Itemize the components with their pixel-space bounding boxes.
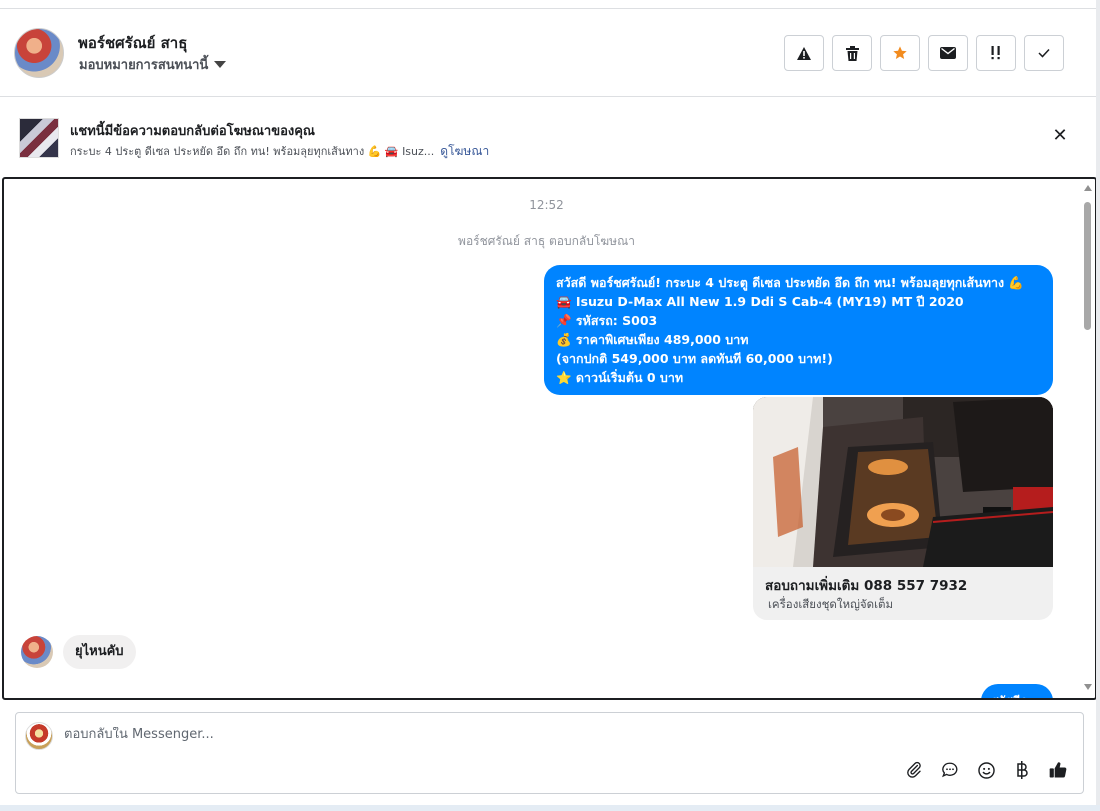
follow-up-icon bbox=[991, 46, 1000, 60]
timestamp: 12:52 bbox=[529, 198, 564, 212]
mark-done-button[interactable] bbox=[1024, 35, 1064, 71]
close-icon[interactable]: ✕ bbox=[1052, 127, 1068, 145]
window-edge bbox=[1096, 0, 1100, 811]
window-edge bbox=[0, 805, 1100, 811]
message-line: สวัสดี พอร์ชศรัณย์! กระบะ 4 ประตู ดีเซล … bbox=[556, 275, 1024, 290]
thumbs-up-icon[interactable] bbox=[1047, 759, 1069, 781]
message-line: ⭐ ดาวน์เริ่มต้น 0 บาท bbox=[556, 370, 684, 385]
mark-unread-button[interactable] bbox=[928, 35, 968, 71]
assign-dropdown[interactable]: มอบหมายการสนทนานี้ bbox=[79, 54, 227, 75]
star-button[interactable] bbox=[880, 35, 920, 71]
ad-text: กระบะ 4 ประตู ดีเซล ประหยัด อึด ถึก ทน! … bbox=[70, 145, 435, 158]
scroll-down-arrow-icon[interactable] bbox=[1084, 684, 1092, 690]
envelope-icon bbox=[940, 47, 956, 59]
check-icon bbox=[1038, 48, 1050, 58]
avatar[interactable] bbox=[14, 28, 64, 78]
incoming-message[interactable]: ยุไหนคับ bbox=[63, 635, 136, 669]
composer bbox=[15, 712, 1084, 794]
message-line: 💰 ราคาพิเศษเพียง 489,000 บาท bbox=[556, 332, 749, 347]
composer-tools bbox=[903, 759, 1069, 781]
outgoing-message[interactable]: สวัสดีค bbox=[981, 684, 1053, 698]
star-icon bbox=[893, 46, 907, 59]
page-avatar bbox=[25, 722, 53, 750]
ad-banner-subtitle: กระบะ 4 ประตู ดีเซล ประหยัด อึด ถึก ทน! … bbox=[70, 142, 489, 161]
card-subtitle: เครื่องเสียงชุดใหญ่จัดเต็ม bbox=[768, 597, 894, 611]
outgoing-message[interactable]: สวัสดี พอร์ชศรัณย์! กระบะ 4 ประตู ดีเซล … bbox=[544, 265, 1053, 395]
baht-icon[interactable] bbox=[1011, 759, 1033, 781]
view-ad-link[interactable]: ดูโฆษณา bbox=[440, 144, 489, 158]
chat-bubble-icon[interactable] bbox=[939, 759, 961, 781]
ad-reply-banner: แชทนี้มีข้อความตอบกลับต่อโฆษณาของคุณ กระ… bbox=[0, 98, 1096, 176]
paperclip-icon[interactable] bbox=[903, 759, 925, 781]
scrollbar-thumb[interactable] bbox=[1084, 202, 1091, 330]
trash-icon bbox=[845, 45, 859, 61]
assign-label: มอบหมายการสนทนานี้ bbox=[79, 58, 209, 73]
follow-up-button[interactable] bbox=[976, 35, 1016, 71]
delete-button[interactable] bbox=[832, 35, 872, 71]
scroll-up-arrow-icon[interactable] bbox=[1084, 185, 1092, 191]
reply-input[interactable] bbox=[64, 727, 964, 742]
ad-reply-notice: พอร์ชศรัณย์ สาธุ ตอบกลับโฆษณา bbox=[458, 234, 635, 248]
header-actions bbox=[784, 35, 1064, 71]
attachment-card[interactable]: สอบถามเพิ่มเติม 088 557 7932 เครื่องเสีย… bbox=[753, 397, 1053, 620]
car-interior-photo[interactable] bbox=[753, 397, 1053, 567]
card-title: สอบถามเพิ่มเติม 088 557 7932 bbox=[765, 578, 968, 594]
caret-down-icon bbox=[214, 61, 227, 68]
message-line: (จากปกติ 549,000 บาท ลดทันที 60,000 บาท!… bbox=[556, 351, 833, 366]
ad-banner-title: แชทนี้มีข้อความตอบกลับต่อโฆษณาของคุณ bbox=[70, 124, 315, 139]
message-thread[interactable]: 12:52 พอร์ชศรัณย์ สาธุ ตอบกลับโฆษณา สวัส… bbox=[2, 177, 1097, 700]
message-line: 📌 รหัสรถ: S003 bbox=[556, 313, 658, 328]
avatar[interactable] bbox=[21, 636, 53, 668]
conversation-header: พอร์ชศรัณย์ สาธุ มอบหมายการสนทนานี้ bbox=[0, 9, 1096, 97]
ad-thumbnail[interactable] bbox=[19, 118, 59, 158]
contact-name[interactable]: พอร์ชศรัณย์ สาธุ bbox=[78, 31, 187, 55]
smiley-icon[interactable] bbox=[975, 759, 997, 781]
mark-spam-button[interactable] bbox=[784, 35, 824, 71]
message-line: 🚘 Isuzu D-Max All New 1.9 Ddi S Cab-4 (M… bbox=[556, 294, 964, 309]
warning-icon bbox=[797, 46, 811, 60]
